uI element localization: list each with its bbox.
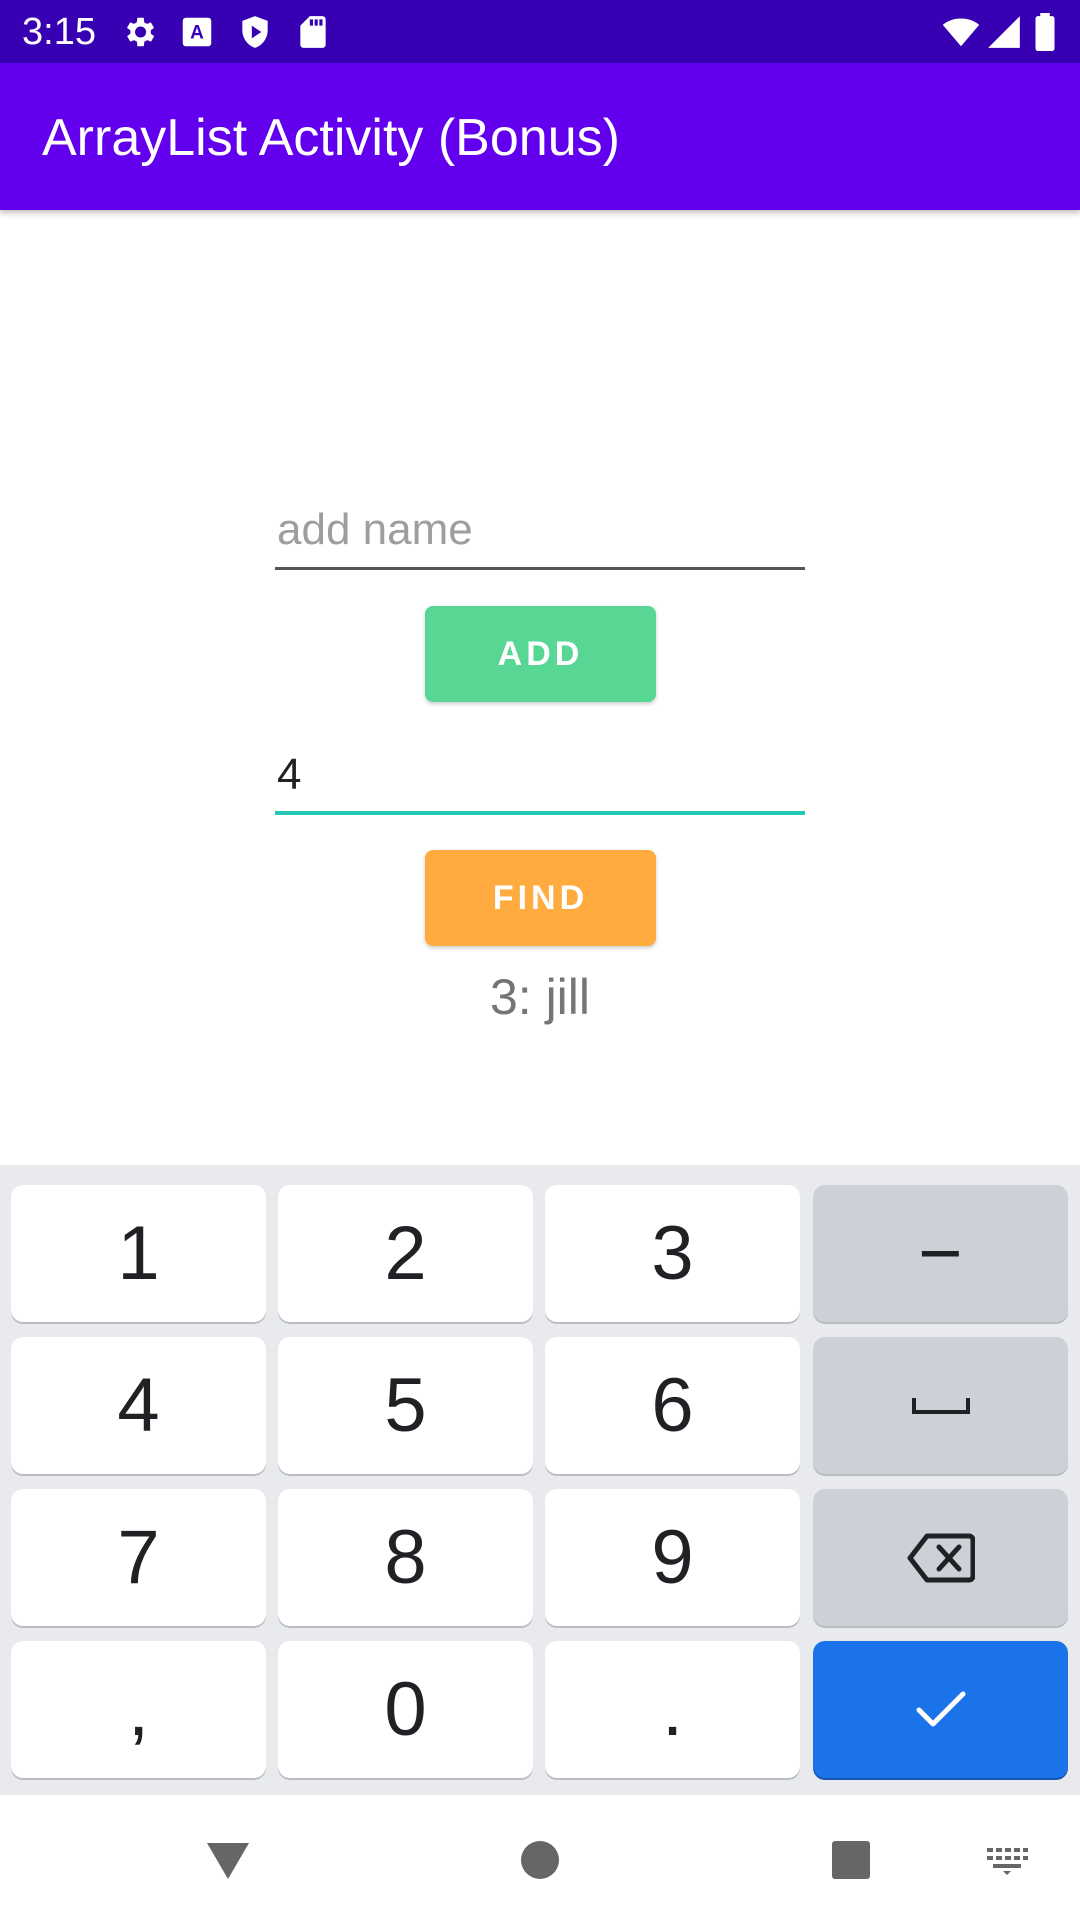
key-9[interactable]: 9: [545, 1489, 800, 1626]
find-button[interactable]: FIND: [425, 850, 656, 946]
sd-card-icon: [300, 16, 326, 48]
check-icon: [916, 1691, 965, 1726]
text-a-icon: A: [182, 17, 212, 47]
backspace-icon: [907, 1533, 975, 1582]
key-7[interactable]: 7: [11, 1489, 266, 1626]
navigation-bar: [0, 1795, 1080, 1920]
name-input[interactable]: add name: [275, 500, 805, 570]
key-0[interactable]: 0: [278, 1641, 533, 1778]
settings-icon: [126, 17, 155, 47]
key-2[interactable]: 2: [278, 1185, 533, 1322]
key-comma[interactable]: ,: [11, 1641, 266, 1778]
home-icon[interactable]: [515, 1835, 565, 1885]
keyboard-icon[interactable]: [985, 1835, 1029, 1885]
key-5[interactable]: 5: [278, 1337, 533, 1474]
key-8[interactable]: 8: [278, 1489, 533, 1626]
back-icon[interactable]: [203, 1835, 253, 1885]
result-text: 3: jill: [489, 969, 591, 1025]
status-bar: 3:15 A: [0, 0, 1080, 63]
key-backspace[interactable]: [813, 1489, 1068, 1626]
signal-icon: [988, 16, 1020, 48]
wifi-icon: [942, 18, 980, 47]
page-title: ArrayList Activity (Bonus): [42, 109, 620, 167]
status-time: 3:15: [22, 11, 96, 53]
recents-icon[interactable]: [826, 1835, 876, 1885]
shield-play-icon: [242, 16, 268, 48]
key-space[interactable]: [813, 1337, 1068, 1474]
space-icon: [911, 1397, 970, 1414]
key-period[interactable]: .: [545, 1641, 800, 1778]
battery-icon: [1035, 13, 1055, 51]
key-1[interactable]: 1: [11, 1185, 266, 1322]
index-input-value: 4: [277, 750, 302, 799]
add-button[interactable]: ADD: [425, 606, 656, 702]
key-3[interactable]: 3: [545, 1185, 800, 1322]
svg-text:A: A: [190, 22, 204, 43]
numeric-keyboard: 1 2 3 − 4 5 6 7 8 9 , 0 .: [0, 1165, 1080, 1795]
key-4[interactable]: 4: [11, 1337, 266, 1474]
key-done[interactable]: [813, 1641, 1068, 1778]
index-input[interactable]: 4: [275, 745, 805, 815]
key-6[interactable]: 6: [545, 1337, 800, 1474]
key-minus[interactable]: −: [813, 1185, 1068, 1322]
name-input-placeholder: add name: [277, 505, 473, 554]
app-bar: ArrayList Activity (Bonus): [0, 63, 1080, 210]
